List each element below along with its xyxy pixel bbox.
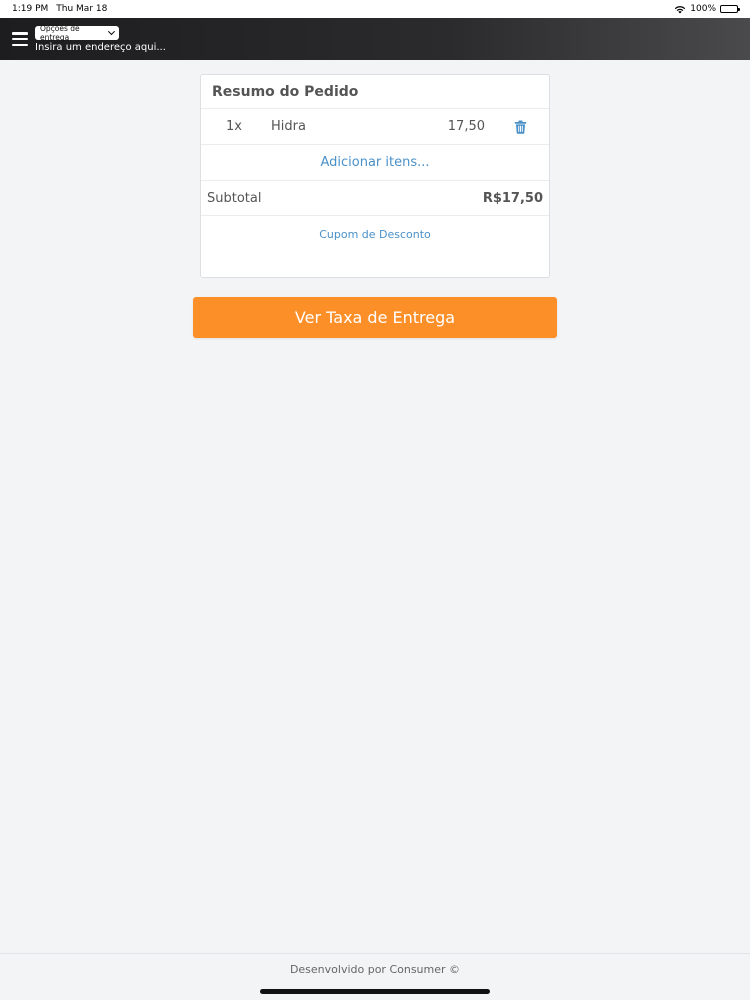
status-bar: 1:19 PM Thu Mar 18 100% (0, 0, 750, 18)
subtotal-value: R$17,50 (482, 190, 543, 206)
subtotal-row: Subtotal R$17,50 (201, 181, 549, 216)
footer-credit: Desenvolvido por Consumer © (289, 963, 461, 976)
wifi-icon (675, 5, 686, 13)
status-time: 1:19 PM (12, 4, 49, 14)
item-quantity: 1x (226, 119, 242, 134)
chevron-down-icon (108, 27, 116, 35)
discount-coupon-link[interactable]: Cupom de Desconto (319, 228, 431, 241)
view-delivery-fee-button[interactable]: Ver Taxa de Entrega (193, 297, 557, 338)
delivery-options-label: Opções de entrega (40, 23, 80, 42)
coupon-row: Cupom de Desconto (201, 216, 549, 252)
order-item-row: 1x Hidra 17,50 (201, 109, 549, 145)
top-header: Opções de entrega Insira um endereço aqu… (0, 18, 750, 60)
address-input[interactable]: Insira um endereço aqui... (35, 42, 166, 53)
order-summary-title: Resumo do Pedido (201, 75, 549, 109)
status-left: 1:19 PM Thu Mar 18 (12, 4, 107, 14)
delivery-options-select[interactable]: Opções de entrega (35, 23, 119, 42)
trash-icon[interactable] (514, 120, 527, 134)
item-name: Hidra (271, 119, 306, 134)
battery-percent: 100% (690, 4, 716, 14)
add-items-link[interactable]: Adicionar itens... (320, 155, 429, 170)
status-date: Thu Mar 18 (56, 4, 108, 14)
footer: Desenvolvido por Consumer © (0, 953, 750, 985)
battery-icon (720, 5, 740, 13)
menu-icon[interactable] (12, 32, 28, 46)
home-indicator (260, 989, 490, 994)
header-controls: Opções de entrega Insira um endereço aqu… (35, 23, 166, 53)
status-right: 100% (674, 4, 740, 14)
item-price: 17,50 (447, 119, 485, 134)
order-summary-card: Resumo do Pedido 1x Hidra 17,50 Adiciona… (200, 74, 550, 278)
add-items-row: Adicionar itens... (201, 145, 549, 181)
subtotal-label: Subtotal (207, 190, 262, 206)
